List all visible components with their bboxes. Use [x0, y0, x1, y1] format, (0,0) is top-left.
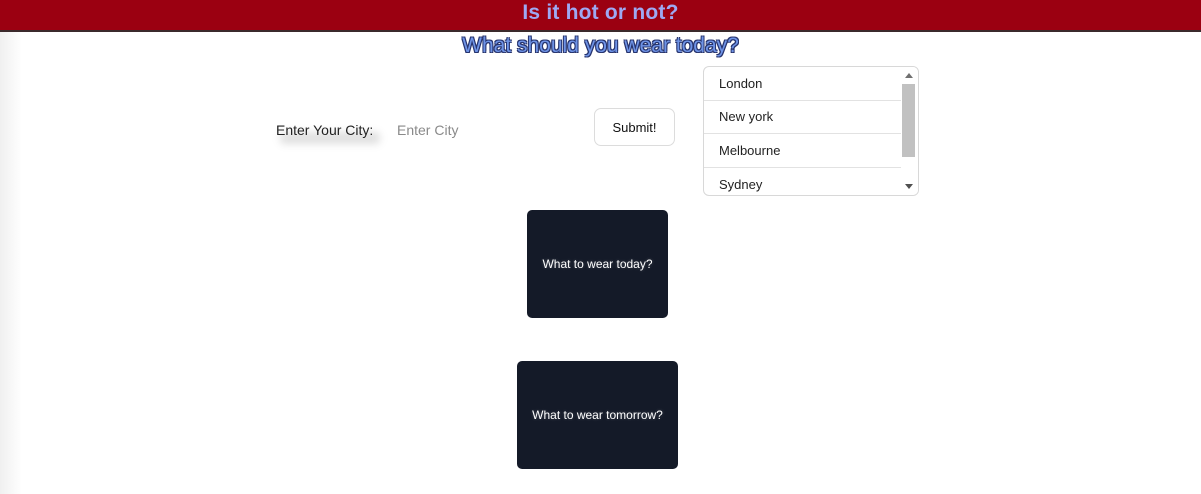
page: Is it hot or not? What should you wear t…: [0, 0, 1201, 494]
city-list-scrollbar[interactable]: [901, 67, 918, 195]
city-option-sydney[interactable]: Sydney: [704, 168, 902, 196]
wear-today-button[interactable]: What to wear today?: [527, 210, 668, 318]
submit-button[interactable]: Submit!: [594, 108, 675, 146]
city-option-melbourne[interactable]: Melbourne: [704, 134, 902, 168]
city-option-new-york[interactable]: New york: [704, 101, 902, 134]
scroll-thumb[interactable]: [902, 84, 915, 157]
wear-tomorrow-label: What to wear tomorrow?: [532, 408, 663, 422]
city-option-london[interactable]: London: [704, 67, 902, 101]
scroll-up-arrow-icon[interactable]: [905, 73, 913, 78]
page-subtitle: What should you wear today?: [462, 34, 739, 57]
wear-today-label: What to wear today?: [542, 257, 653, 271]
top-banner: Is it hot or not?: [0, 0, 1201, 32]
city-list-items: London New york Melbourne Sydney: [704, 67, 902, 196]
city-input[interactable]: [388, 116, 578, 144]
wear-tomorrow-button[interactable]: What to wear tomorrow?: [517, 361, 678, 469]
city-label: Enter Your City:: [276, 122, 374, 138]
left-edge-shade: [0, 32, 22, 494]
scroll-down-arrow-icon[interactable]: [905, 184, 913, 189]
page-title: Is it hot or not?: [522, 1, 679, 24]
city-listbox[interactable]: London New york Melbourne Sydney: [703, 66, 919, 196]
